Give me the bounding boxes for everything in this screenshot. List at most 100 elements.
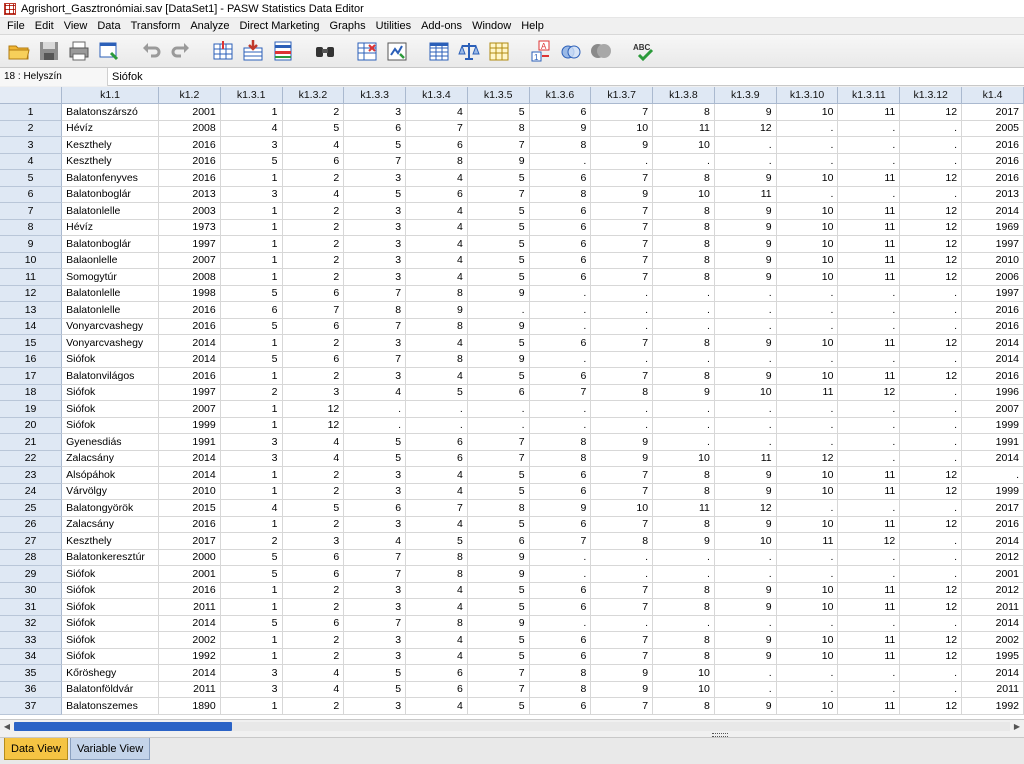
data-cell[interactable]: Hévíz <box>61 219 160 236</box>
data-cell[interactable]: . <box>529 153 592 170</box>
data-cell[interactable]: . <box>899 433 963 451</box>
data-cell[interactable]: . <box>899 450 963 467</box>
data-cell[interactable]: 2016 <box>158 318 221 335</box>
data-cell[interactable]: 4 <box>405 334 468 352</box>
row-number[interactable]: 17 <box>0 367 63 385</box>
row-number[interactable]: 34 <box>0 648 63 665</box>
data-cell[interactable]: 9 <box>467 615 530 632</box>
data-cell[interactable]: 9 <box>467 549 530 566</box>
data-cell[interactable]: 8 <box>529 664 592 682</box>
data-cell[interactable]: . <box>529 400 592 418</box>
data-cell[interactable]: 2016 <box>961 169 1024 187</box>
data-cell[interactable]: 9 <box>714 648 777 665</box>
data-cell[interactable]: 1 <box>220 417 283 434</box>
data-cell[interactable]: 1 <box>220 367 283 385</box>
split-file-icon[interactable] <box>424 37 454 65</box>
data-cell[interactable]: . <box>343 400 407 418</box>
data-cell[interactable]: 5 <box>282 120 345 137</box>
data-cell[interactable]: 1991 <box>158 433 221 451</box>
data-cell[interactable]: 8 <box>652 697 715 715</box>
data-cell[interactable]: 1997 <box>961 285 1024 302</box>
data-cell[interactable]: 4 <box>405 631 468 649</box>
data-cell[interactable]: . <box>899 136 963 154</box>
row-number[interactable]: 1 <box>0 103 63 121</box>
data-cell[interactable]: 2012 <box>961 549 1024 566</box>
data-cell[interactable]: 4 <box>282 433 345 451</box>
data-cell[interactable]: 7 <box>467 681 530 698</box>
data-cell[interactable]: . <box>590 565 654 583</box>
data-cell[interactable]: 11 <box>837 582 901 599</box>
data-cell[interactable]: 5 <box>467 516 530 533</box>
data-cell[interactable]: 5 <box>405 384 468 401</box>
data-cell[interactable]: 1973 <box>158 219 221 236</box>
data-cell[interactable]: 10 <box>714 532 777 550</box>
data-cell[interactable]: 2 <box>282 466 345 484</box>
data-cell[interactable]: 6 <box>282 285 345 302</box>
data-cell[interactable]: . <box>776 681 839 698</box>
data-cell[interactable]: . <box>590 318 654 335</box>
data-cell[interactable]: 10 <box>776 252 839 269</box>
grid-corner[interactable] <box>0 87 63 104</box>
data-cell[interactable]: 9 <box>714 252 777 269</box>
data-cell[interactable]: . <box>837 681 901 698</box>
data-cell[interactable]: 4 <box>282 681 345 698</box>
data-cell[interactable]: . <box>652 153 715 170</box>
data-cell[interactable]: 11 <box>837 202 901 220</box>
data-cell[interactable]: . <box>714 681 777 698</box>
data-cell[interactable]: Zalacsány <box>61 450 160 467</box>
data-cell[interactable]: 3 <box>343 697 407 715</box>
data-cell[interactable]: 2011 <box>158 598 221 616</box>
data-cell[interactable]: 3 <box>343 252 407 269</box>
data-cell[interactable]: 6 <box>405 681 468 698</box>
data-cell[interactable]: 12 <box>282 400 345 418</box>
data-cell[interactable]: . <box>652 433 715 451</box>
data-cell[interactable]: Siófok <box>61 351 160 368</box>
data-cell[interactable]: 1995 <box>961 648 1024 665</box>
menu-file[interactable]: File <box>2 20 30 32</box>
data-cell[interactable]: . <box>529 417 592 434</box>
data-cell[interactable]: 6 <box>529 235 592 253</box>
data-cell[interactable]: . <box>899 417 963 434</box>
data-cell[interactable]: Várvölgy <box>61 483 160 500</box>
column-header[interactable]: k1.4 <box>961 87 1024 104</box>
data-cell[interactable]: . <box>714 318 777 335</box>
data-cell[interactable]: . <box>652 351 715 368</box>
data-cell[interactable]: . <box>529 301 592 319</box>
data-cell[interactable]: 9 <box>714 334 777 352</box>
data-cell[interactable]: 7 <box>590 697 654 715</box>
data-cell[interactable]: 3 <box>220 450 283 467</box>
menu-add-ons[interactable]: Add-ons <box>416 20 467 32</box>
data-cell[interactable]: 11 <box>837 235 901 253</box>
data-cell[interactable]: . <box>714 565 777 583</box>
data-cell[interactable]: 6 <box>467 384 530 401</box>
data-cell[interactable]: 4 <box>405 598 468 616</box>
data-cell[interactable]: 9 <box>467 318 530 335</box>
data-cell[interactable]: . <box>776 499 839 517</box>
data-cell[interactable]: . <box>714 153 777 170</box>
data-cell[interactable]: . <box>714 664 777 682</box>
data-cell[interactable]: . <box>714 400 777 418</box>
data-cell[interactable]: 8 <box>405 318 468 335</box>
select-cases-icon[interactable] <box>484 37 514 65</box>
data-cell[interactable]: 2014 <box>961 334 1024 352</box>
find-icon[interactable] <box>310 37 340 65</box>
data-cell[interactable]: 5 <box>220 153 283 170</box>
data-cell[interactable]: 6 <box>529 367 592 385</box>
data-cell[interactable]: 9 <box>714 697 777 715</box>
data-cell[interactable]: . <box>529 549 592 566</box>
data-cell[interactable]: 6 <box>405 433 468 451</box>
data-cell[interactable]: 5 <box>467 631 530 649</box>
data-cell[interactable]: 9 <box>652 384 715 401</box>
data-cell[interactable]: 9 <box>590 450 654 467</box>
data-cell[interactable]: 8 <box>652 598 715 616</box>
data-cell[interactable]: . <box>776 301 839 319</box>
data-cell[interactable]: 2016 <box>961 153 1024 170</box>
data-cell[interactable]: 3 <box>343 582 407 599</box>
row-number[interactable]: 10 <box>0 252 63 269</box>
data-cell[interactable]: Alsópáhok <box>61 466 160 484</box>
data-cell[interactable]: Siófok <box>61 615 160 632</box>
data-cell[interactable]: 7 <box>405 499 468 517</box>
data-cell[interactable]: 12 <box>899 169 963 187</box>
data-cell[interactable]: 2016 <box>961 301 1024 319</box>
row-number[interactable]: 24 <box>0 483 63 500</box>
